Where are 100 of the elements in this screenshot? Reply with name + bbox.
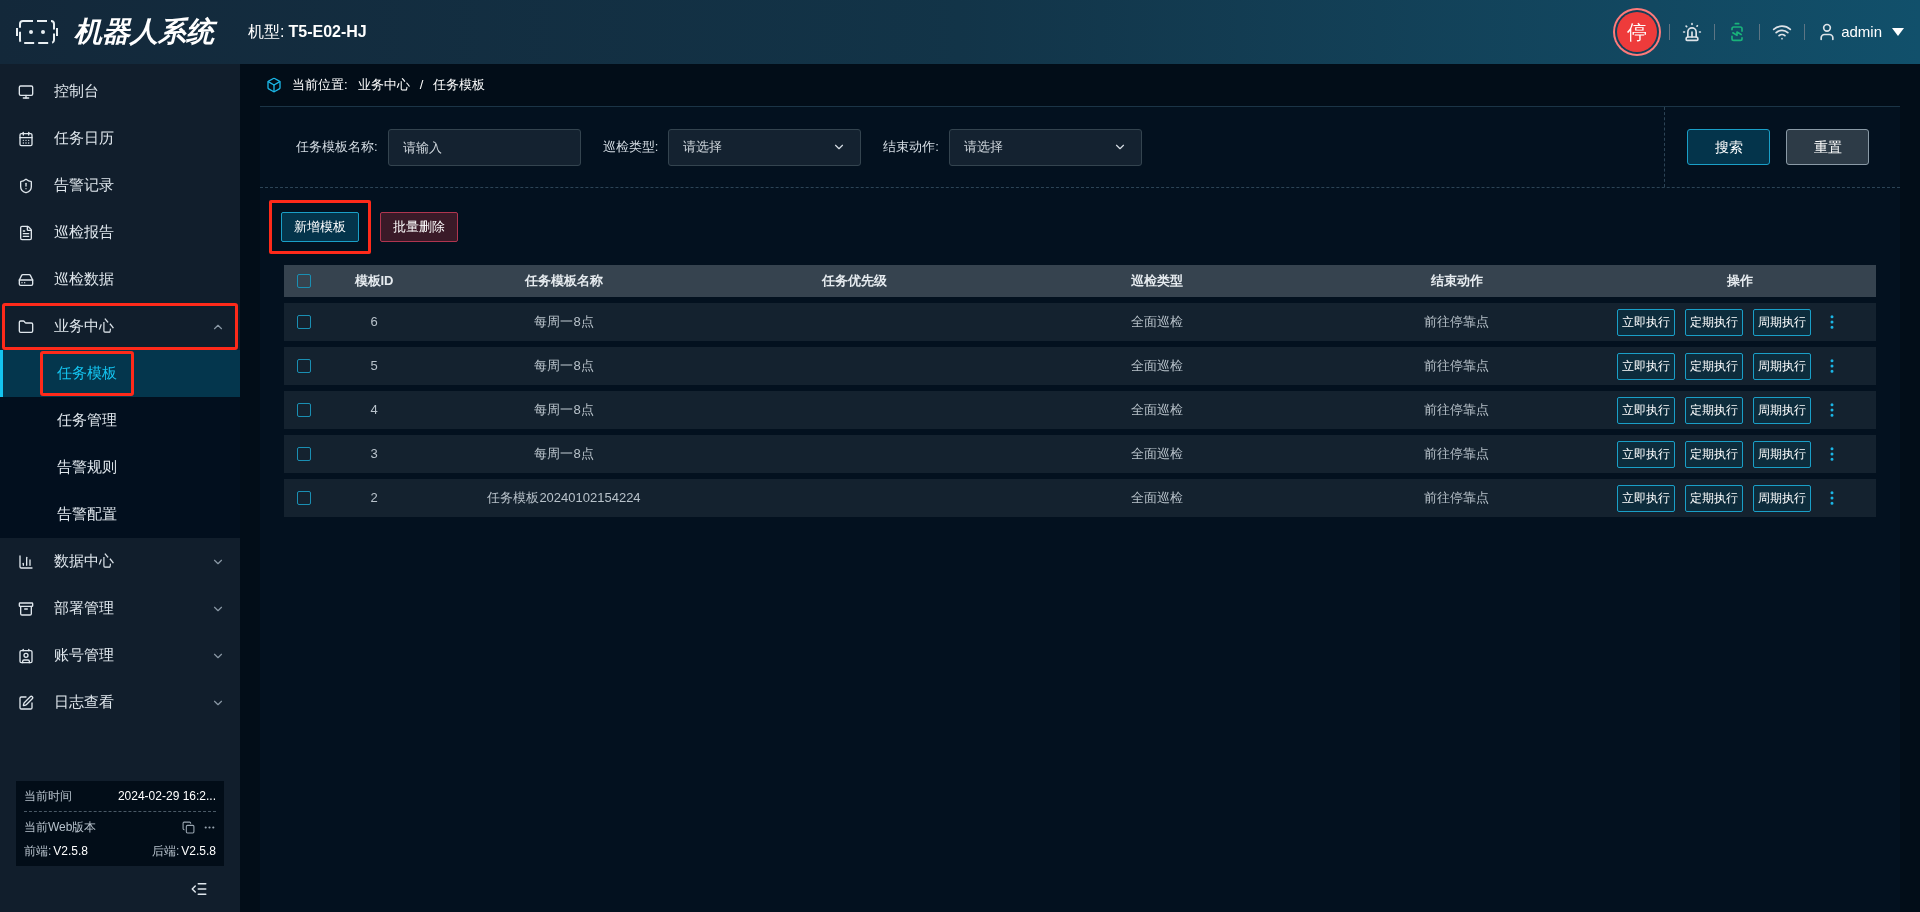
row-action-button[interactable]: 立即执行 <box>1617 352 1675 380</box>
model-value: T5-E02-HJ <box>288 22 367 42</box>
table-cell: 每周一8点 <box>534 358 594 374</box>
row-action-button[interactable]: 立即执行 <box>1617 308 1675 336</box>
table-cell: 2 <box>370 490 378 506</box>
checkbox[interactable] <box>297 447 311 461</box>
breadcrumb-label: 当前位置: <box>292 76 348 95</box>
row-action-button[interactable]: 定期执行 <box>1685 396 1743 424</box>
sidebar-item[interactable]: 巡检数据 <box>5 259 235 300</box>
filter-label: 任务模板名称: <box>296 138 378 157</box>
column-header: 结束动作 <box>1429 272 1484 291</box>
row-action-button[interactable]: 立即执行 <box>1617 396 1675 424</box>
sidebar-item[interactable]: 任务日历 <box>5 118 235 159</box>
folder-icon <box>18 318 34 335</box>
checkbox[interactable] <box>297 315 311 329</box>
archive-icon <box>18 600 34 617</box>
user-menu[interactable]: admin <box>1841 20 1904 44</box>
sidebar-subitem[interactable]: 任务管理 <box>43 401 131 440</box>
table-cell: 5 <box>370 358 378 374</box>
collapse-menu-icon[interactable] <box>190 880 208 898</box>
copy-icon[interactable] <box>182 820 195 834</box>
frontend-version: V2.5.8 <box>53 843 89 860</box>
row-action-button[interactable]: 定期执行 <box>1685 352 1743 380</box>
sidebar-item[interactable]: 告警记录 <box>5 165 235 206</box>
shield-icon <box>18 177 34 194</box>
emergency-stop-button[interactable]: 停 <box>1617 12 1658 52</box>
chart-icon <box>18 553 34 570</box>
select-field[interactable]: 请选择 <box>668 128 862 166</box>
select-field[interactable]: 请选择 <box>948 128 1142 166</box>
column-header: 模板ID <box>353 272 395 291</box>
row-action-button[interactable]: 定期执行 <box>1685 484 1743 512</box>
row-action-button[interactable]: 立即执行 <box>1617 440 1675 468</box>
row-action-button[interactable]: 周期执行 <box>1753 308 1811 336</box>
row-action-button[interactable]: 周期执行 <box>1753 440 1811 468</box>
row-action-button[interactable]: 周期执行 <box>1753 396 1811 424</box>
robot-logo-icon <box>16 19 58 45</box>
row-action-button[interactable]: 周期执行 <box>1753 484 1811 512</box>
checkbox[interactable] <box>297 359 311 373</box>
breadcrumb-separator: / <box>419 76 424 95</box>
delete-button[interactable]: 批量删除 <box>380 211 458 242</box>
time-value: 2024-02-29 16:2... <box>117 788 216 805</box>
table-cell: 每周一8点 <box>534 402 594 418</box>
row-action-button[interactable]: 周期执行 <box>1753 352 1811 380</box>
sidebar-item[interactable]: 日志查看 <box>5 682 235 723</box>
table-cell: 每周一8点 <box>534 446 594 462</box>
sidebar-item[interactable]: 控制台 <box>5 71 235 112</box>
sidebar-subitem[interactable]: 告警规则 <box>43 448 131 487</box>
column-header: 巡检类型 <box>1129 272 1184 291</box>
table-cell: 全面巡检 <box>1130 402 1183 418</box>
table-cell: 前往停靠点 <box>1424 402 1489 418</box>
sidebar-item[interactable]: 巡检报告 <box>5 212 235 253</box>
contact-icon <box>18 647 34 664</box>
column-header: 操作 <box>1726 272 1754 291</box>
table-cell: 前往停靠点 <box>1424 490 1489 506</box>
row-action-button[interactable]: 定期执行 <box>1685 308 1743 336</box>
search-button[interactable]: 搜索 <box>1687 129 1770 165</box>
sidebar-item[interactable]: 数据中心 <box>5 541 235 582</box>
text-input[interactable]: 请输入 <box>387 128 581 166</box>
table-cell: 6 <box>370 314 378 330</box>
filter-label: 巡检类型: <box>602 138 659 157</box>
table-cell: 前往停靠点 <box>1424 314 1489 330</box>
breadcrumb-item: 任务模板 <box>433 76 486 95</box>
row-action-button[interactable]: 定期执行 <box>1685 440 1743 468</box>
version-label: 当前Web版本 <box>24 819 97 836</box>
alarm-light-icon[interactable] <box>1682 22 1703 42</box>
calendar-icon <box>18 130 34 147</box>
caret-icon <box>1892 28 1904 36</box>
table-cell: 全面巡检 <box>1130 358 1183 374</box>
column-header: 任务优先级 <box>820 272 888 291</box>
column-header: 任务模板名称 <box>523 272 604 291</box>
time-label: 当前时间 <box>24 788 72 805</box>
monitor-icon <box>18 83 34 100</box>
sidebar-subitem[interactable]: 告警配置 <box>43 495 131 534</box>
checkbox[interactable] <box>297 403 311 417</box>
breadcrumb-item[interactable]: 业务中心 <box>357 75 410 95</box>
table-cell: 每周一8点 <box>534 314 594 330</box>
wifi-icon[interactable] <box>1772 22 1793 42</box>
table-cell: 3 <box>370 446 378 462</box>
checkbox[interactable] <box>297 491 311 505</box>
table-cell: 全面巡检 <box>1130 446 1183 462</box>
table-cell: 全面巡检 <box>1130 314 1183 330</box>
table-cell: 全面巡检 <box>1130 490 1183 506</box>
sidebar-item[interactable]: 部署管理 <box>5 588 235 629</box>
sidebar-item[interactable]: 业务中心 <box>5 306 235 347</box>
drive-icon <box>18 271 34 288</box>
sidebar-item[interactable]: 账号管理 <box>5 635 235 676</box>
backend-version: V2.5.8 <box>181 843 216 860</box>
table-cell: 4 <box>370 402 378 418</box>
filter-label: 结束动作: <box>883 138 939 157</box>
backend-label: 后端: <box>151 843 180 860</box>
cube-icon <box>266 77 282 93</box>
model-label: 机型: <box>248 22 285 42</box>
table-cell: 前往停靠点 <box>1424 358 1489 374</box>
row-action-button[interactable]: 立即执行 <box>1617 484 1675 512</box>
checkbox[interactable] <box>297 274 311 288</box>
frontend-label: 前端: <box>24 843 52 860</box>
document-icon <box>18 224 34 241</box>
reset-button[interactable]: 重置 <box>1786 129 1869 165</box>
table-cell: 前往停靠点 <box>1424 446 1489 462</box>
add-button[interactable]: 新增模板 <box>281 211 359 242</box>
